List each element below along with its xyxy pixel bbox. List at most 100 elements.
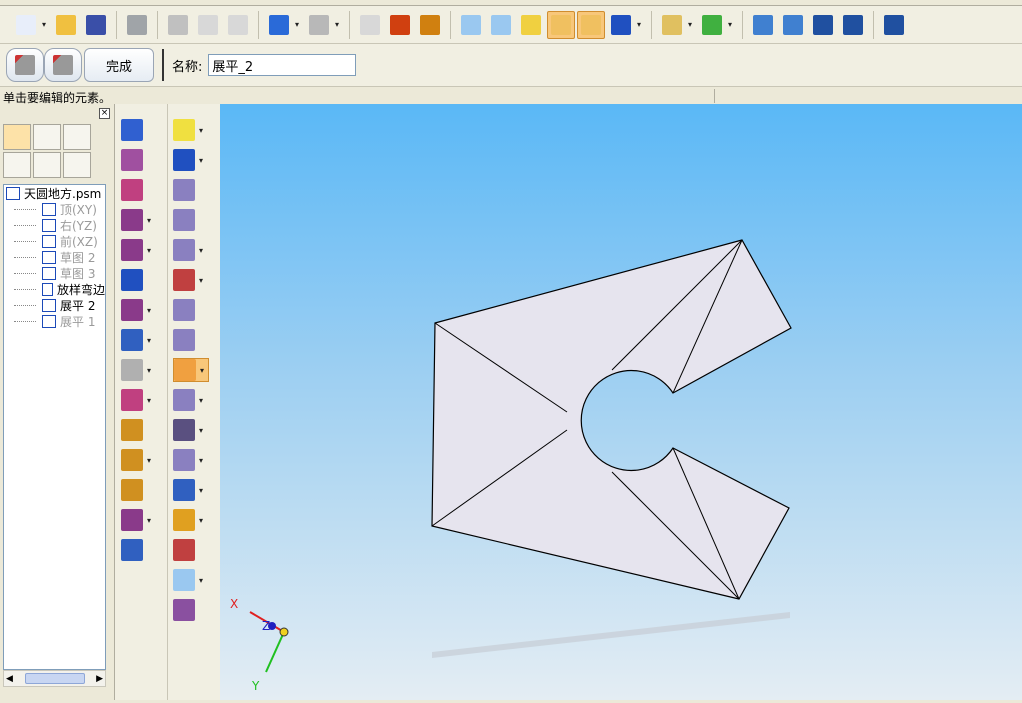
save-button[interactable] <box>82 11 110 39</box>
print-button[interactable] <box>123 11 151 39</box>
normal-cutout-button[interactable]: ▾ <box>121 328 155 352</box>
cutout-button[interactable]: ▾ <box>121 298 155 322</box>
shaded-edges-view-button[interactable] <box>547 10 575 39</box>
chevron-down-icon[interactable]: ▾ <box>147 246 155 255</box>
chevron-down-icon[interactable]: ▾ <box>200 366 208 375</box>
scroll-left-icon[interactable]: ◀ <box>6 674 13 684</box>
contour-flange-button[interactable] <box>121 148 143 172</box>
paste-special-button[interactable] <box>356 11 384 39</box>
tab-pathfinder[interactable] <box>3 124 31 150</box>
hidden-line-view-button[interactable] <box>487 11 515 39</box>
convert-button[interactable] <box>121 538 143 562</box>
zoom-button[interactable] <box>779 11 807 39</box>
hem-button[interactable]: ▾ <box>121 238 155 262</box>
chevron-down-icon[interactable]: ▾ <box>199 276 207 285</box>
bend-button[interactable] <box>121 418 143 442</box>
part-body-button[interactable] <box>173 598 195 622</box>
open-folder-button[interactable] <box>52 11 80 39</box>
chevron-down-icon[interactable]: ▾ <box>199 486 207 495</box>
view-orientation-button[interactable] <box>607 11 635 39</box>
tree-item[interactable]: 草图 3 <box>4 265 105 281</box>
done-button[interactable]: 完成 <box>84 48 154 82</box>
layer-button[interactable] <box>658 11 686 39</box>
tree-item[interactable]: 展平 1 <box>4 313 105 329</box>
tree-item[interactable]: 天圆地方.psm <box>4 185 105 201</box>
pan-button[interactable] <box>839 11 867 39</box>
thicken-button[interactable]: ▾ <box>173 388 207 412</box>
tree-item[interactable]: 放样弯边 <box>4 281 105 297</box>
chevron-down-icon[interactable]: ▾ <box>147 456 155 465</box>
zoom-area-button[interactable] <box>749 11 777 39</box>
fit-button[interactable] <box>809 11 837 39</box>
chevron-down-icon[interactable]: ▾ <box>42 20 50 29</box>
thin-wall-button[interactable]: ▾ <box>173 418 207 442</box>
insert-part-button[interactable] <box>386 11 414 39</box>
3d-viewport[interactable]: X Y Z <box>220 104 1022 700</box>
louver-button[interactable]: ▾ <box>121 358 155 382</box>
rebend-button[interactable] <box>121 478 143 502</box>
shaded-view-button[interactable] <box>517 11 545 39</box>
chevron-down-icon[interactable]: ▾ <box>147 366 155 375</box>
chevron-down-icon[interactable]: ▾ <box>199 576 207 585</box>
tab-family[interactable] <box>33 152 61 178</box>
chevron-down-icon[interactable]: ▾ <box>295 20 303 29</box>
chevron-down-icon[interactable]: ▾ <box>199 246 207 255</box>
flatten-button[interactable]: ▾ <box>173 358 209 382</box>
tree-item[interactable]: 前(XZ) <box>4 233 105 249</box>
redo-button[interactable] <box>305 11 333 39</box>
chevron-down-icon[interactable]: ▾ <box>199 396 207 405</box>
copy-button[interactable] <box>194 11 222 39</box>
insert-assembly-button[interactable] <box>416 11 444 39</box>
break-corner-button[interactable]: ▾ <box>121 388 155 412</box>
rotate-view-button[interactable] <box>698 11 726 39</box>
fillet-button[interactable]: ▾ <box>173 478 207 502</box>
tree-item[interactable]: 展平 2 <box>4 297 105 313</box>
wireframe-view-button[interactable] <box>457 11 485 39</box>
extrude-button[interactable] <box>173 208 195 232</box>
tree-item[interactable]: 右(YZ) <box>4 217 105 233</box>
close-icon[interactable]: × <box>99 108 110 119</box>
cut-button[interactable] <box>164 11 192 39</box>
chevron-down-icon[interactable]: ▾ <box>199 516 207 525</box>
undo-button[interactable] <box>265 11 293 39</box>
tab-layers[interactable] <box>33 124 61 150</box>
draw-button[interactable]: ▾ <box>173 268 207 292</box>
feature-tree[interactable]: 天圆地方.psm 顶(XY) 右(YZ) 前(XZ) 草图 2 草图 3 放样弯边 展平 2展… <box>3 184 106 670</box>
select-button[interactable]: ▾ <box>173 118 207 142</box>
tree-item[interactable]: 草图 2 <box>4 249 105 265</box>
smooth-shaded-view-button[interactable] <box>577 10 605 39</box>
plane-button[interactable]: ▾ <box>173 568 207 592</box>
tree-item[interactable]: 顶(XY) <box>4 201 105 217</box>
tab-features[interactable] <box>3 152 31 178</box>
tab-button[interactable] <box>121 118 143 142</box>
flange-button[interactable]: ▾ <box>121 208 155 232</box>
paste-button[interactable] <box>224 11 252 39</box>
chevron-down-icon[interactable]: ▾ <box>147 396 155 405</box>
chevron-down-icon[interactable]: ▾ <box>147 306 155 315</box>
chevron-down-icon[interactable]: ▾ <box>199 156 207 165</box>
mirror-button[interactable] <box>173 298 195 322</box>
scroll-right-icon[interactable]: ▶ <box>96 674 103 684</box>
step-button-1[interactable] <box>6 48 44 82</box>
chevron-down-icon[interactable]: ▾ <box>199 126 207 135</box>
step-button-2[interactable] <box>44 48 82 82</box>
new-file-button[interactable] <box>12 11 40 39</box>
chevron-down-icon[interactable]: ▾ <box>147 216 155 225</box>
name-input[interactable] <box>208 54 357 76</box>
unbend-button[interactable]: ▾ <box>121 448 155 472</box>
tab-sensors[interactable] <box>63 152 91 178</box>
sweep-button[interactable]: ▾ <box>173 238 207 262</box>
coordinate-system-button[interactable] <box>173 538 195 562</box>
horizontal-scrollbar[interactable]: ◀ ▶ <box>3 670 106 687</box>
jog-button[interactable]: ▾ <box>121 508 155 532</box>
chevron-down-icon[interactable]: ▾ <box>147 516 155 525</box>
scroll-thumb[interactable] <box>24 673 85 684</box>
split-button[interactable]: ▾ <box>173 508 207 532</box>
move-face-button[interactable] <box>173 328 195 352</box>
chevron-down-icon[interactable]: ▾ <box>335 20 343 29</box>
chevron-down-icon[interactable]: ▾ <box>637 20 645 29</box>
chevron-down-icon[interactable]: ▾ <box>147 336 155 345</box>
chevron-down-icon[interactable]: ▾ <box>688 20 696 29</box>
chevron-down-icon[interactable]: ▾ <box>728 20 736 29</box>
pattern-button[interactable]: ▾ <box>173 448 207 472</box>
